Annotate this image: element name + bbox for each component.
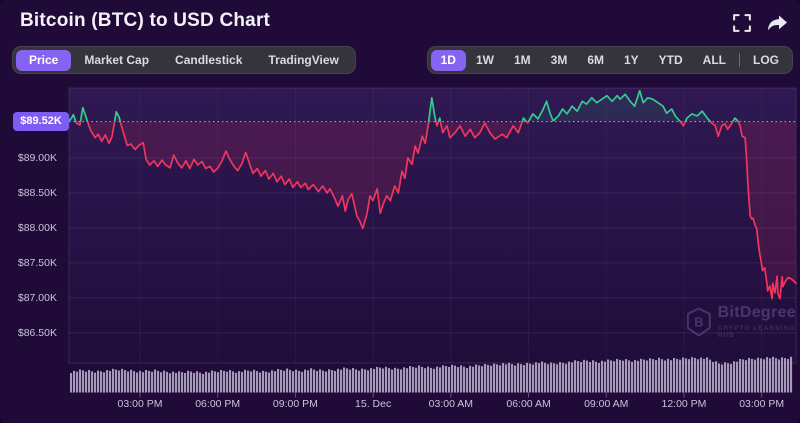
x-axis-label: 09:00 PM: [272, 398, 318, 410]
y-axis-label: $87.00K: [17, 291, 57, 304]
x-axis-label: 09:00 AM: [584, 398, 629, 410]
btc-chart-widget: Bitcoin (BTC) to USD Chart Price Market …: [0, 0, 800, 423]
watermark-name: BitDegree: [717, 304, 796, 321]
y-axis-label: $88.50K: [17, 186, 57, 199]
watermark-tagline: CRYPTO LEARNING HUB: [717, 325, 796, 339]
x-axis-label: 03:00 AM: [428, 398, 474, 410]
x-axis-label: 06:00 AM: [506, 398, 551, 410]
price-chart[interactable]: [0, 0, 800, 423]
y-axis-label: $86.50K: [17, 326, 57, 339]
x-axis-label: 03:00 PM: [117, 398, 163, 410]
y-axis-label: $88.00K: [17, 221, 57, 234]
x-axis-label: 06:00 PM: [195, 398, 241, 410]
x-axis-label: 12:00 PM: [661, 398, 707, 410]
x-axis-label: 15. Dec: [355, 398, 392, 410]
current-price-badge: $89.52K: [13, 112, 69, 132]
svg-text:B: B: [694, 315, 703, 329]
y-axis-label: $87.50K: [17, 256, 57, 269]
bitdegree-watermark: B BitDegree CRYPTO LEARNING HUB: [687, 304, 800, 339]
x-axis-label: 03:00 PM: [739, 398, 785, 410]
y-axis-label: $89.00K: [17, 151, 57, 164]
bitdegree-shield-icon: B: [687, 306, 711, 337]
